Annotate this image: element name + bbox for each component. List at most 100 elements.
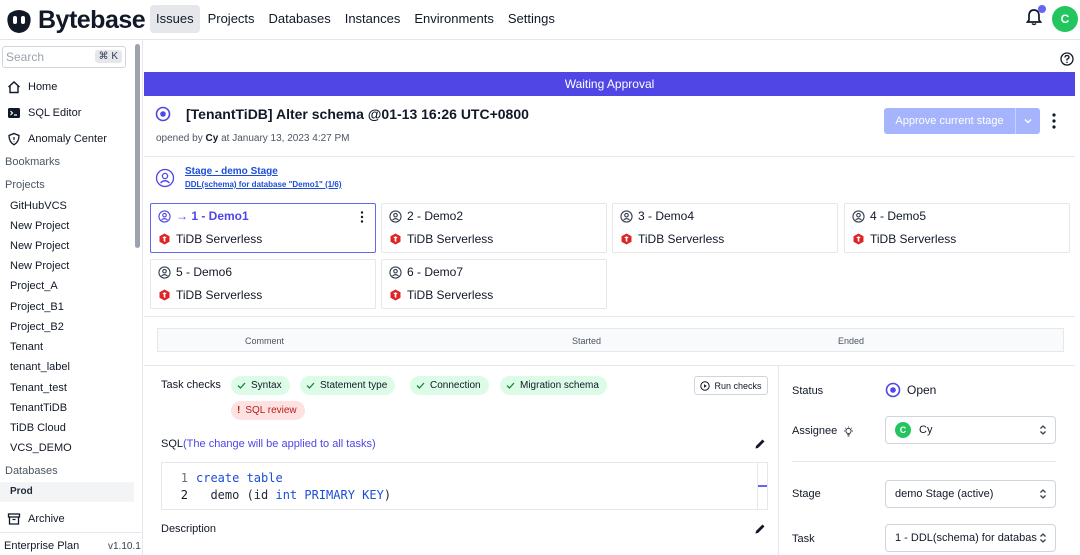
task-name: 2 - Demo2 xyxy=(407,209,464,223)
nav-databases[interactable]: Databases xyxy=(263,5,337,33)
project-item[interactable]: GitHubVCS xyxy=(10,200,67,212)
approve-button-group: Approve current stage xyxy=(884,108,1040,134)
chevron-updown-icon xyxy=(1038,488,1048,500)
project-item[interactable]: New Project xyxy=(10,220,69,232)
task-select[interactable]: 1 - DDL(schema) for databas xyxy=(885,524,1056,552)
sidebar-item-archive[interactable]: Archive xyxy=(0,509,65,529)
sidebar-item-anomaly-center[interactable]: Anomaly Center xyxy=(0,129,107,149)
archive-icon xyxy=(6,512,22,526)
sidebar-item-sql-editor[interactable]: SQL Editor xyxy=(0,103,81,123)
nav-projects[interactable]: Projects xyxy=(202,5,261,33)
stage-select[interactable]: demo Stage (active) xyxy=(885,480,1056,508)
task-name: 3 - Demo4 xyxy=(638,209,695,223)
project-item[interactable]: Tenant xyxy=(10,341,43,353)
check-badge[interactable]: Migration schema xyxy=(500,376,607,395)
project-item[interactable]: Project_B1 xyxy=(10,301,64,313)
main-nav: Issues Projects Databases Instances Envi… xyxy=(150,5,561,33)
chevron-down-icon[interactable] xyxy=(1016,116,1040,126)
project-item[interactable]: VCS_DEMO xyxy=(10,442,72,454)
line-number: 1 xyxy=(180,471,188,485)
check-badge[interactable]: Connection xyxy=(410,376,489,395)
tidb-icon xyxy=(390,289,401,301)
sidebar-item-home[interactable]: Home xyxy=(0,77,57,97)
run-checks-button[interactable]: Run checks xyxy=(694,376,768,395)
project-item[interactable]: tenant_label xyxy=(10,361,70,373)
author-name[interactable]: Cy xyxy=(206,133,219,144)
check-label: Statement type xyxy=(320,380,388,391)
project-item[interactable]: Project_B2 xyxy=(10,321,64,333)
task-value: 1 - DDL(schema) for databas xyxy=(895,532,1037,544)
stage-link[interactable]: Stage - demo Stage xyxy=(185,166,278,177)
check-badge[interactable]: Syntax xyxy=(231,376,290,395)
assignee-select[interactable]: C Cy xyxy=(885,416,1056,444)
status-value: Open xyxy=(885,382,936,398)
pencil-icon[interactable] xyxy=(754,438,766,450)
help-icon[interactable] xyxy=(1060,52,1074,66)
task-name-wrap: 5 - Demo6 xyxy=(158,265,232,279)
col-started: Started xyxy=(572,336,602,346)
task-name-wrap: 2 - Demo2 xyxy=(389,209,463,223)
col-comment: Comment xyxy=(245,336,285,346)
task-name: 5 - Demo6 xyxy=(176,265,233,279)
tidb-icon xyxy=(159,289,170,301)
check-badge[interactable]: Statement type xyxy=(300,376,396,395)
project-item[interactable]: TiDB Cloud xyxy=(10,422,66,434)
sql-editor[interactable]: 1 create table 2 demo (id int PRIMARY KE… xyxy=(161,462,768,510)
opened-prefix: opened by xyxy=(156,133,203,144)
task-db-wrap: TiDB Serverless xyxy=(159,232,262,246)
sidebar-item-env-prod[interactable]: Prod xyxy=(0,482,134,502)
task-name: 6 - Demo7 xyxy=(407,265,464,279)
stage-task-link[interactable]: DDL(schema) for database "Demo1" (1/6) xyxy=(185,180,342,189)
nav-instances[interactable]: Instances xyxy=(339,5,407,33)
task-db-wrap: TiDB Serverless xyxy=(159,288,262,302)
user-circle-icon xyxy=(158,209,171,223)
sidebar-item-label: Home xyxy=(28,81,58,93)
project-item[interactable]: New Project xyxy=(10,240,69,252)
project-item[interactable]: Project_A xyxy=(10,280,58,292)
task-name-wrap: 3 - Demo4 xyxy=(620,209,694,223)
task-db: TiDB Serverless xyxy=(176,232,263,246)
brand-logo[interactable]: Bytebase xyxy=(6,6,146,35)
task-card[interactable]: 4 - Demo5 TiDB Serverless xyxy=(844,203,1070,253)
more-vertical-icon[interactable] xyxy=(359,210,365,224)
check-badge-error[interactable]: ! SQL review xyxy=(231,401,305,420)
check-label: Migration schema xyxy=(520,380,599,391)
tasks-divider xyxy=(144,316,1075,317)
task-db: TiDB Serverless xyxy=(870,232,957,246)
sidebar-scrollbar[interactable] xyxy=(135,44,140,248)
assignee-label: Assignee xyxy=(792,425,838,437)
task-db: TiDB Serverless xyxy=(407,288,494,302)
task-card[interactable]: 6 - Demo7 TiDB Serverless xyxy=(381,259,607,309)
sql-label: SQL xyxy=(161,438,184,450)
notification-dot xyxy=(1038,5,1046,13)
task-card[interactable]: → 1 - Demo1 TiDB Serverless xyxy=(150,203,376,253)
bulb-icon[interactable] xyxy=(843,426,854,437)
pencil-icon[interactable] xyxy=(754,523,766,535)
line-number: 2 xyxy=(180,488,188,502)
user-circle-icon xyxy=(158,265,171,279)
search-input[interactable]: Search ⌘ K xyxy=(2,46,126,68)
project-item[interactable]: Tenant_test xyxy=(10,382,67,394)
plan-label[interactable]: Enterprise Plan xyxy=(4,540,79,552)
nav-settings[interactable]: Settings xyxy=(502,5,561,33)
issue-title[interactable]: [TenantTiDB] Alter schema @01-13 16:26 U… xyxy=(186,106,529,122)
task-db-wrap: TiDB Serverless xyxy=(390,288,493,302)
more-vertical-icon[interactable] xyxy=(1049,112,1059,130)
user-avatar[interactable]: C xyxy=(1052,6,1078,32)
nav-issues[interactable]: Issues xyxy=(150,5,200,33)
task-card[interactable]: 2 - Demo2 TiDB Serverless xyxy=(381,203,607,253)
panel-divider xyxy=(778,366,779,555)
task-card[interactable]: 3 - Demo4 TiDB Serverless xyxy=(612,203,838,253)
approve-stage-button[interactable]: Approve current stage xyxy=(884,115,1015,127)
sidebar-item-label: Archive xyxy=(28,513,65,525)
project-item[interactable]: New Project xyxy=(10,260,69,272)
open-status-icon xyxy=(885,382,901,398)
top-bar: Bytebase Issues Projects Databases Insta… xyxy=(0,0,1080,40)
project-item[interactable]: TenantTiDB xyxy=(10,402,67,414)
check-icon xyxy=(237,382,246,389)
check-label: Syntax xyxy=(251,380,282,391)
nav-environments[interactable]: Environments xyxy=(408,5,499,33)
task-db-wrap: TiDB Serverless xyxy=(390,232,493,246)
status-banner: Waiting Approval xyxy=(144,72,1075,96)
task-card[interactable]: 5 - Demo6 TiDB Serverless xyxy=(150,259,376,309)
